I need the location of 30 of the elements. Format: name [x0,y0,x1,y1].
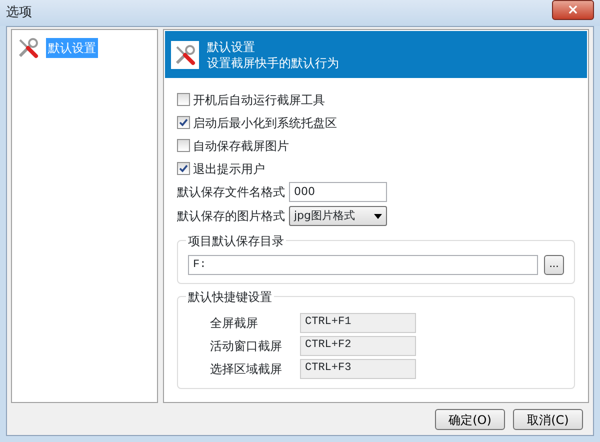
checkbox[interactable] [177,139,190,152]
hotkey-label: 全屏截屏 [210,314,259,332]
checkbox[interactable] [177,162,190,175]
hotkey-field[interactable]: CTRL+F2 [300,336,416,356]
checkbox[interactable] [177,116,190,129]
caret-icon [374,214,382,218]
group-title: 项目默认保存目录 [186,232,286,250]
checkbox-label: 退出提示用户 [193,160,265,178]
hotkey-field[interactable]: CTRL+F1 [300,312,416,332]
hotkey-label: 选择区域截屏 [210,360,283,378]
tools-icon [16,36,40,60]
directory-field[interactable]: F: [188,255,538,275]
header-subtitle: 设置截屏快手的默认行为 [207,54,339,70]
group-title: 默认快捷键设置 [186,288,274,306]
field-label: 默认保存文件名格式 [177,184,285,201]
format-dropdown[interactable]: jpg图片格式 [289,206,387,226]
hotkey-label: 活动窗口截屏 [210,338,283,354]
dialog-button[interactable]: 取消(C) [513,409,583,430]
window-title: 选项 [6,4,32,22]
input-field[interactable]: 000 [289,182,387,202]
checkbox-label: 开机后自动运行截屏工具 [193,92,325,108]
checkbox-label: 自动保存截屏图片 [193,138,289,154]
browse-button[interactable]: ... [544,255,564,275]
field-label: 默认保存的图片格式 [177,208,285,225]
tools-icon [173,42,197,66]
checkbox-label: 启动后最小化到系统托盘区 [193,114,337,132]
checkbox[interactable] [177,93,190,106]
dialog-button[interactable]: 确定(O) [435,409,505,430]
header-title: 默认设置 [207,38,256,54]
hotkey-field[interactable]: CTRL+F3 [300,358,416,378]
